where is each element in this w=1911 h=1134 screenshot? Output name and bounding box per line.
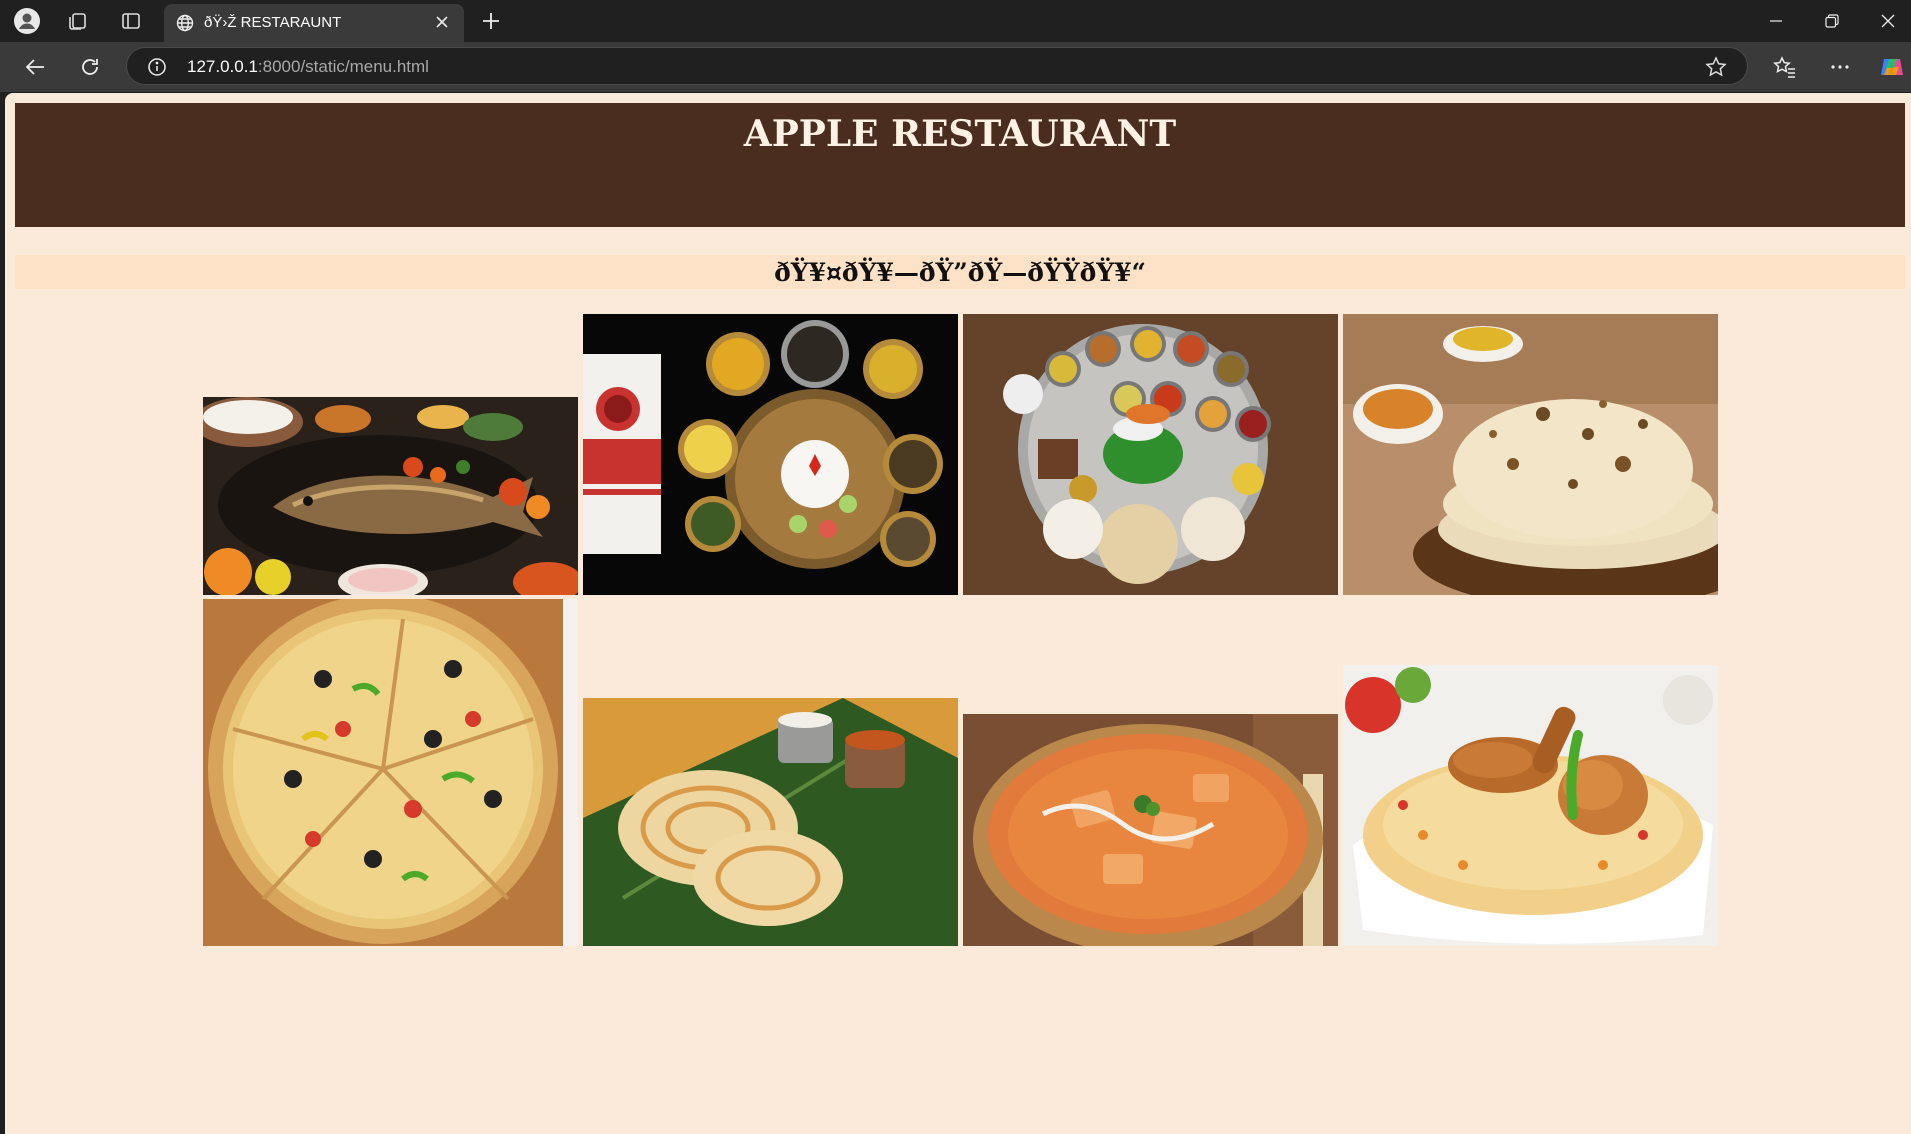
naan-stack-photo	[1343, 314, 1718, 595]
address-bar[interactable]: 127.0.0.1:8000/static/menu.html	[126, 47, 1748, 85]
parotta-photo	[583, 698, 958, 946]
browser-tab-bar: ðŸ›Ž­ RESTARAUNT	[0, 0, 1911, 42]
fish-platter-photo	[203, 397, 578, 595]
url-path: :8000/static/menu.html	[257, 57, 429, 76]
more-options-icon[interactable]	[1825, 52, 1855, 82]
site-header: APPLE RESTAURANT	[15, 103, 1905, 227]
restore-icon[interactable]	[1809, 6, 1855, 36]
browser-nav-bar: 127.0.0.1:8000/static/menu.html	[0, 42, 1911, 92]
tab-actions-icon[interactable]	[117, 7, 145, 35]
url-host: 127.0.0.1	[187, 57, 258, 76]
veg-thali-photo	[963, 314, 1338, 595]
tab-title: ðŸ›Ž­ RESTARAUNT	[204, 14, 342, 31]
copilot-icon[interactable]	[1877, 52, 1907, 82]
refresh-icon[interactable]	[75, 52, 105, 82]
profile-icon[interactable]	[13, 7, 41, 35]
subheader-bar: ðŸ¥¤ðŸ¥—ðŸ”ðŸ—ðŸŸðŸ¥“	[15, 255, 1905, 289]
globe-icon	[176, 14, 194, 36]
assamese-thali-photo	[583, 314, 958, 595]
url-text[interactable]: 127.0.0.1:8000/static/menu.html	[187, 57, 429, 77]
back-icon[interactable]	[20, 52, 50, 82]
favorites-icon[interactable]	[1770, 52, 1800, 82]
favorite-star-icon[interactable]	[1705, 56, 1727, 82]
pizza-photo	[203, 599, 578, 946]
active-tab[interactable]: ðŸ›Ž­ RESTARAUNT	[164, 4, 464, 42]
subheader-text: ðŸ¥¤ðŸ¥—ðŸ”ðŸ—ðŸŸðŸ¥“	[774, 258, 1146, 287]
paneer-curry-photo	[963, 714, 1338, 946]
chicken-biryani-photo	[1343, 665, 1718, 946]
workspaces-icon[interactable]	[64, 7, 92, 35]
page-title: APPLE RESTAURANT	[743, 113, 1177, 155]
page-viewport: APPLE RESTAURANT ðŸ¥¤ðŸ¥—ðŸ”ðŸ—ðŸŸðŸ¥“	[5, 93, 1911, 1134]
minimize-icon[interactable]	[1753, 6, 1799, 36]
close-window-icon[interactable]	[1865, 6, 1911, 36]
site-info-icon[interactable]	[147, 57, 167, 81]
close-tab-icon[interactable]	[434, 14, 450, 34]
new-tab-icon[interactable]	[477, 7, 505, 35]
